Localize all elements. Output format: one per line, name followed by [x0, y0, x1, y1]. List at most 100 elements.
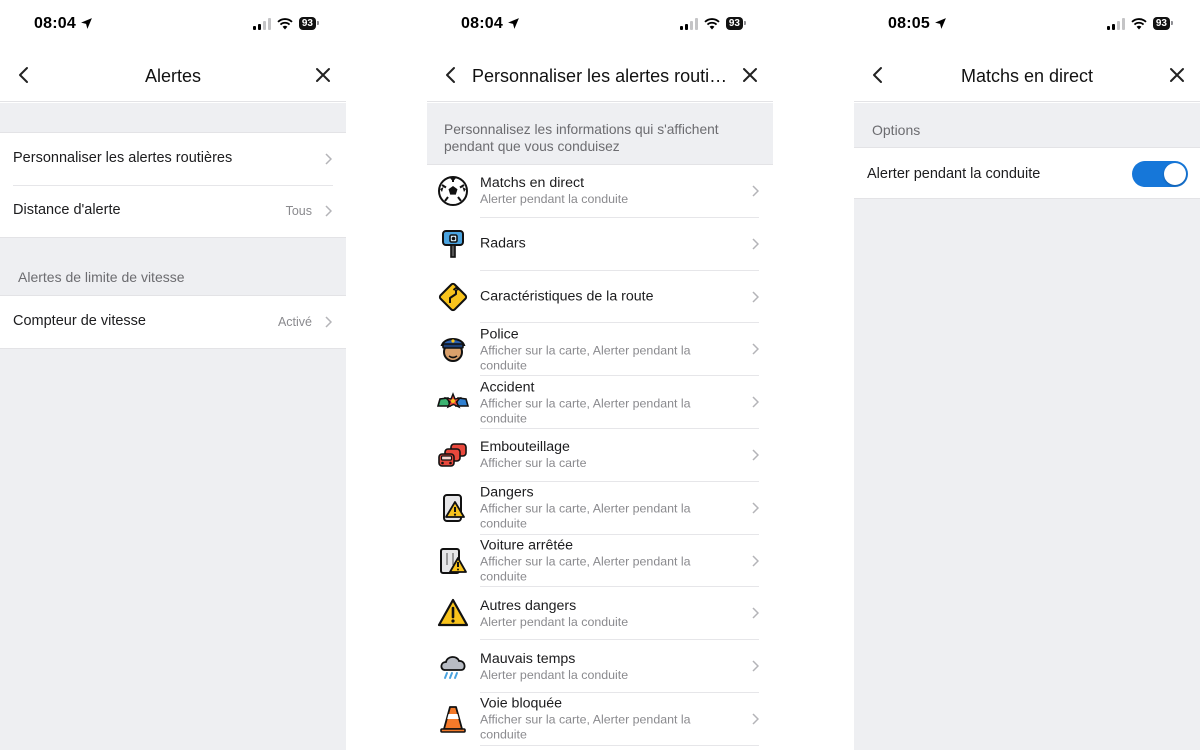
row-label: Compteur de vitesse [13, 313, 146, 329]
chevron-right-icon [752, 185, 759, 197]
alert-while-driving-toggle[interactable] [1132, 161, 1188, 187]
chevron-right-icon [752, 555, 759, 567]
row-label: Distance d'alerte [13, 202, 121, 218]
item-subtitle: Alerter pendant la conduite [480, 192, 629, 207]
wifi-icon [704, 17, 720, 29]
customize-road-alerts-row[interactable]: Personnaliser les alertes routières [0, 133, 346, 185]
chevron-right-icon [752, 238, 759, 250]
list-item-dangers[interactable]: Dangers Afficher sur la carte, Alerter p… [427, 482, 773, 535]
location-arrow-icon [935, 18, 946, 29]
back-button[interactable] [866, 64, 888, 86]
stopped-car-icon [440, 547, 467, 574]
list-item-accident[interactable]: Accident Afficher sur la carte, Alerter … [427, 376, 773, 429]
chevron-right-icon [752, 607, 759, 619]
chevron-left-icon [446, 67, 455, 83]
list-item-police[interactable]: Police Afficher sur la carte, Alerter pe… [427, 323, 773, 376]
list-item-mauvais-temps[interactable]: Mauvais temps Alerter pendant la conduit… [427, 640, 773, 693]
item-title: Mauvais temps [480, 650, 576, 667]
status-bar: 08:04 93 [427, 0, 773, 50]
chevron-right-icon [752, 660, 759, 672]
alert-while-driving-row: Alerter pendant la conduite [854, 147, 1200, 199]
nav-header: Personnaliser les alertes routiè... [427, 50, 773, 102]
alert-distance-row[interactable]: Distance d'alerte Tous [0, 185, 346, 237]
chevron-right-icon [325, 316, 332, 328]
item-subtitle: Afficher sur la carte [480, 456, 587, 471]
row-label: Personnaliser les alertes routières [13, 150, 233, 166]
matchs-en-direct-screen: 08:05 93 Matchs en direct Options Alerte… [854, 0, 1200, 750]
status-bar: 08:04 93 [0, 0, 346, 50]
list-item-autres-dangers[interactable]: Autres dangers Alerter pendant la condui… [427, 587, 773, 640]
battery-indicator: 93 [725, 17, 747, 30]
chevron-right-icon [752, 502, 759, 514]
item-title: Dangers [480, 484, 534, 501]
item-title: Autres dangers [480, 597, 577, 614]
row-value: Tous [285, 204, 312, 218]
wifi-icon [277, 17, 293, 29]
chevron-right-icon [752, 396, 759, 408]
cellular-signal-icon [679, 17, 698, 30]
speedometer-row[interactable]: Compteur de vitesse Activé [0, 296, 346, 348]
police-officer-icon [440, 338, 466, 363]
page-title: Personnaliser les alertes routiè... [472, 66, 731, 86]
item-subtitle: Alerter pendant la conduite [480, 667, 629, 682]
cellular-signal-icon [1106, 17, 1125, 30]
item-title: Radars [480, 235, 526, 252]
hazard-phone-icon [443, 493, 465, 522]
alert-type-list: Matchs en direct Alerter pendant la cond… [427, 165, 773, 750]
item-title: Voie bloquée [480, 695, 563, 712]
list-item-road-features[interactable]: Caractéristiques de la route [427, 271, 773, 324]
location-arrow-icon [508, 18, 519, 29]
list-item-embouteillage[interactable]: Embouteillage Afficher sur la carte [427, 429, 773, 482]
close-button[interactable] [312, 64, 334, 86]
row-value: Activé [277, 315, 312, 329]
section-header: Options [872, 122, 921, 138]
traffic-cone-icon [440, 706, 466, 733]
section-header: Alertes de limite de vitesse [18, 269, 185, 285]
toggle-knob [1164, 163, 1186, 185]
chevron-right-icon [325, 205, 332, 217]
chevron-right-icon [752, 449, 759, 461]
back-button[interactable] [12, 64, 34, 86]
location-arrow-icon [81, 18, 92, 29]
storm-cloud-icon [440, 656, 466, 680]
chevron-left-icon [873, 67, 882, 83]
item-subtitle: Afficher sur la carte, Alerter pendant l… [480, 343, 691, 373]
item-subtitle: Afficher sur la carte, Alerter pendant l… [480, 712, 691, 742]
close-button[interactable] [739, 64, 761, 86]
list-item-voie-bloquee[interactable]: Voie bloquée Afficher sur la carte, Aler… [427, 693, 773, 746]
battery-indicator: 93 [1152, 17, 1174, 30]
page-title: Matchs en direct [960, 66, 1094, 86]
status-time: 08:04 [34, 15, 76, 32]
alertes-screen: 08:04 93 Alertes Personnaliser les alert… [0, 0, 346, 750]
back-button[interactable] [439, 64, 461, 86]
item-title: Matchs en direct [480, 175, 585, 192]
item-subtitle: Afficher sur la carte, Alerter pendant l… [480, 501, 691, 531]
settings-group: Personnaliser les alertes routières Dist… [0, 132, 346, 238]
status-time: 08:05 [888, 15, 930, 32]
item-subtitle: Afficher sur la carte, Alerter pendant l… [480, 554, 691, 584]
item-title: Caractéristiques de la route [480, 288, 654, 305]
item-title: Police [480, 326, 519, 343]
item-title: Accident [480, 379, 535, 396]
intro-text: Personnalisez les informations qui s'aff… [427, 103, 773, 165]
customize-alerts-screen: 08:04 93 Personnaliser les alertes routi… [427, 0, 773, 750]
chevron-right-icon [752, 343, 759, 355]
speed-group: Compteur de vitesse Activé [0, 295, 346, 349]
cellular-signal-icon [252, 17, 271, 30]
page-title: Alertes [144, 66, 202, 86]
status-bar: 08:05 93 [854, 0, 1200, 50]
status-time: 08:04 [461, 15, 503, 32]
item-subtitle: Alerter pendant la conduite [480, 614, 629, 629]
item-title: Embouteillage [480, 439, 570, 456]
chevron-right-icon [752, 291, 759, 303]
close-icon [1170, 68, 1184, 82]
list-item-matchs-en-direct[interactable]: Matchs en direct Alerter pendant la cond… [427, 165, 773, 218]
chevron-left-icon [19, 67, 28, 83]
item-title: Voiture arrêtée [480, 537, 574, 554]
battery-indicator: 93 [298, 17, 320, 30]
close-button[interactable] [1166, 64, 1188, 86]
list-item-voiture-arretee[interactable]: Voiture arrêtée Afficher sur la carte, A… [427, 535, 773, 588]
car-crash-icon [437, 392, 469, 409]
chevron-right-icon [752, 713, 759, 725]
list-item-radars[interactable]: Radars [427, 218, 773, 271]
